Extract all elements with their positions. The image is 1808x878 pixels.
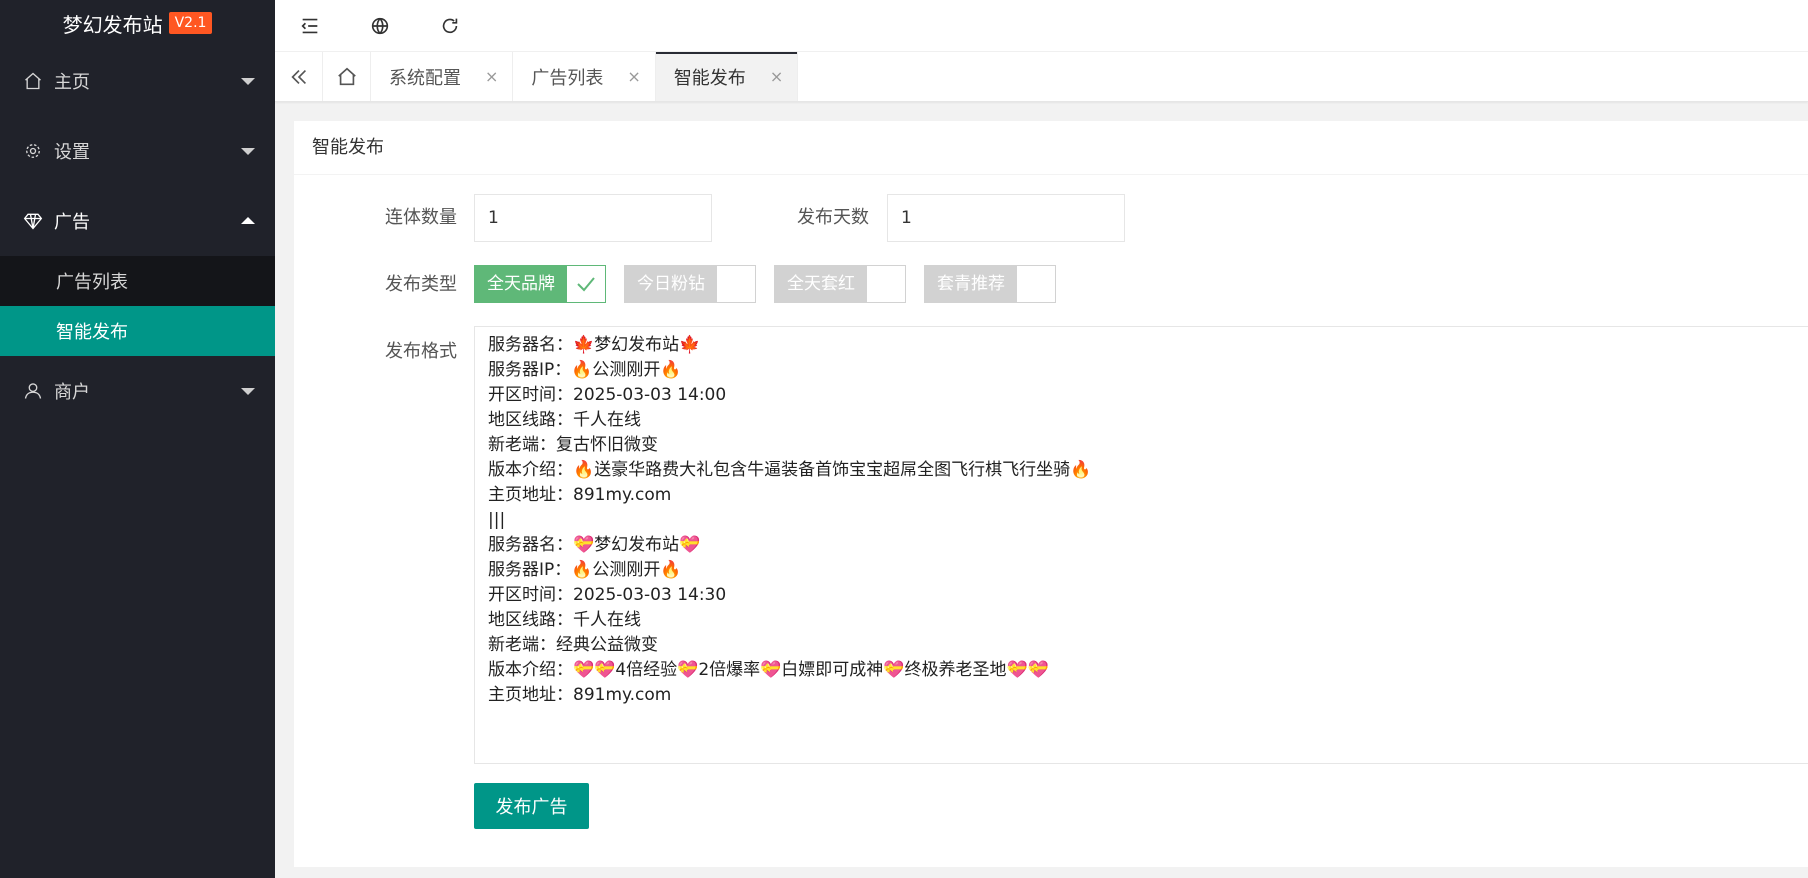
switch-label: 套青推荐 bbox=[925, 266, 1017, 302]
format-label: 发布格式 bbox=[385, 341, 457, 362]
tab-scroll-left[interactable] bbox=[275, 52, 323, 101]
type-switch-today-diamond[interactable]: 今日粉钻 bbox=[624, 265, 756, 303]
globe-icon bbox=[371, 17, 389, 34]
type-switch-all-day-red[interactable]: 全天套红 bbox=[774, 265, 906, 303]
home-icon bbox=[22, 70, 44, 92]
sidebar: 梦幻发布站 V2.1 主页 设置 广告 广告列表 智能发布 商户 bbox=[0, 0, 275, 878]
close-icon[interactable]: × bbox=[485, 67, 498, 86]
version-badge: V2.1 bbox=[168, 12, 213, 34]
refresh-button[interactable] bbox=[415, 4, 485, 48]
sidebar-item-settings[interactable]: 设置 bbox=[0, 116, 275, 186]
brand-name: 梦幻发布站 bbox=[62, 12, 163, 37]
sidebar-item-merchants[interactable]: 商户 bbox=[0, 356, 275, 426]
chevron-up-icon bbox=[241, 217, 255, 224]
count-label: 连体数量 bbox=[385, 207, 457, 228]
sidebar-subitem-label: 广告列表 bbox=[56, 272, 128, 293]
user-icon bbox=[22, 380, 44, 402]
switch-label: 全天套红 bbox=[775, 266, 867, 302]
sidebar-item-label: 广告 bbox=[54, 212, 90, 233]
top-header bbox=[275, 0, 1808, 52]
switch-label: 今日粉钻 bbox=[625, 266, 717, 302]
chevron-down-icon bbox=[241, 388, 255, 395]
sidebar-item-label: 主页 bbox=[54, 72, 90, 93]
sidebar-subitem-smart-publish[interactable]: 智能发布 bbox=[0, 306, 275, 356]
sidebar-item-label: 商户 bbox=[54, 382, 90, 403]
tab-label: 智能发布 bbox=[673, 67, 746, 89]
home-icon bbox=[337, 67, 356, 85]
type-switch-green-recommend[interactable]: 套青推荐 bbox=[924, 265, 1056, 303]
count-input[interactable]: 1 bbox=[474, 194, 712, 242]
close-icon[interactable]: × bbox=[770, 67, 783, 86]
publish-ad-button[interactable]: 发布广告 bbox=[474, 783, 589, 829]
menu-collapse-icon bbox=[301, 18, 318, 33]
refresh-icon bbox=[442, 18, 458, 33]
checkbox-empty bbox=[1017, 266, 1055, 302]
switch-label: 全天品牌 bbox=[475, 266, 567, 302]
checkbox-empty bbox=[717, 266, 755, 302]
format-textarea[interactable]: 服务器名：🍁梦幻发布站🍁 服务器IP：🔥公测刚开🔥 开区时间：2025-03-0… bbox=[474, 326, 1808, 764]
smart-publish-card: 智能发布 连体数量 1 发布天数 1 发布类型 全天品牌 今日粉钻 全天套红 套… bbox=[294, 121, 1808, 867]
tab-label: 系统配置 bbox=[389, 67, 461, 89]
sidebar-item-ads[interactable]: 广告 bbox=[0, 186, 275, 256]
chevron-down-icon bbox=[241, 78, 255, 85]
sidebar-item-label: 设置 bbox=[54, 142, 90, 163]
diamond-icon bbox=[22, 210, 44, 232]
menu-collapse-button[interactable] bbox=[275, 4, 345, 48]
type-switch-all-day-brand[interactable]: 全天品牌 bbox=[474, 265, 606, 303]
tab-system-config[interactable]: 系统配置 × bbox=[371, 52, 514, 101]
brand: 梦幻发布站 V2.1 bbox=[0, 0, 275, 46]
tab-label: 广告列表 bbox=[531, 67, 604, 89]
sidebar-item-home[interactable]: 主页 bbox=[0, 46, 275, 116]
check-icon bbox=[567, 266, 605, 302]
chevron-down-icon bbox=[241, 148, 255, 155]
days-input[interactable]: 1 bbox=[887, 194, 1125, 242]
close-icon[interactable]: × bbox=[627, 67, 640, 86]
days-label: 发布天数 bbox=[797, 207, 869, 228]
type-label: 发布类型 bbox=[385, 274, 457, 295]
tab-ad-list[interactable]: 广告列表 × bbox=[513, 52, 656, 101]
website-button[interactable] bbox=[345, 4, 415, 48]
double-chevron-left-icon bbox=[290, 69, 306, 84]
tab-smart-publish[interactable]: 智能发布 × bbox=[655, 52, 799, 101]
tab-bar: 系统配置 × 广告列表 × 智能发布 × bbox=[275, 52, 1808, 102]
gear-icon bbox=[22, 140, 44, 162]
sidebar-subitem-ad-list[interactable]: 广告列表 bbox=[0, 256, 275, 306]
tab-home[interactable] bbox=[323, 52, 371, 101]
checkbox-empty bbox=[867, 266, 905, 302]
ads-submenu: 广告列表 智能发布 bbox=[0, 256, 275, 356]
card-title: 智能发布 bbox=[294, 121, 1808, 175]
sidebar-subitem-label: 智能发布 bbox=[56, 322, 128, 343]
